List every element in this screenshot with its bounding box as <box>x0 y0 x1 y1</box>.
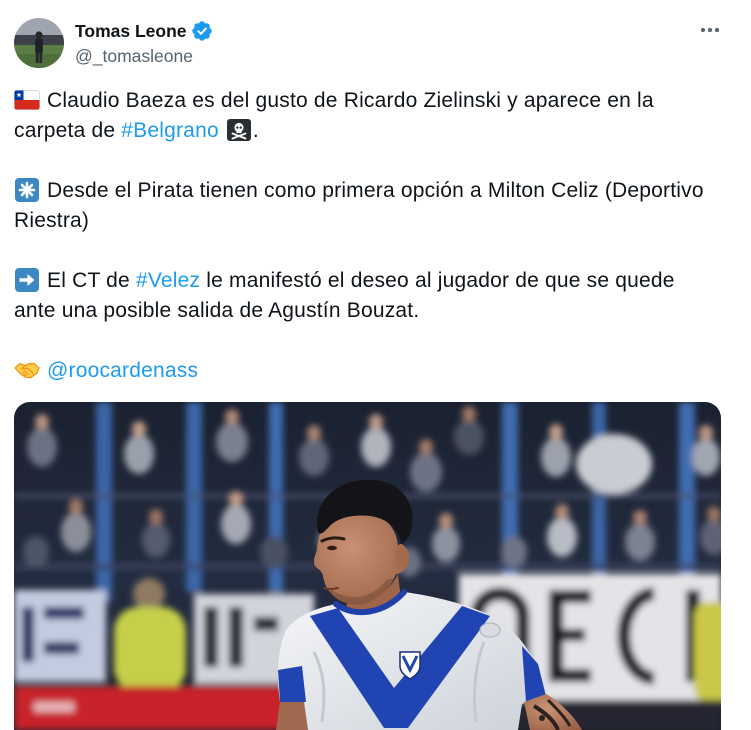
tweet-text-segment: Claudio Baeza es del gusto de Ricardo Zi… <box>47 89 654 112</box>
tweet-line: @roocardenass <box>14 356 729 386</box>
eight-spoked-asterisk-icon <box>15 178 39 202</box>
verified-badge-icon <box>191 21 212 41</box>
tweet-photo[interactable] <box>14 402 721 730</box>
more-options-icon <box>701 28 705 32</box>
more-options-icon <box>708 28 712 32</box>
tweet-text-segment: ante una posible salida de Agustín Bouza… <box>14 299 420 322</box>
right-arrow-icon <box>15 268 39 292</box>
tweet-line: carpeta de #Belgrano. <box>14 116 729 146</box>
handshake-icon <box>14 362 40 379</box>
tweet-paragraph: Claudio Baeza es del gusto de Ricardo Zi… <box>14 86 729 146</box>
hashtag-link-velez[interactable]: #Velez <box>136 269 200 292</box>
more-options-button[interactable] <box>697 24 723 36</box>
author-name[interactable]: Tomas Leone <box>75 19 187 43</box>
more-options-icon <box>715 28 719 32</box>
tweet-text-segment: carpeta de <box>14 119 122 142</box>
tweet-text-segment: El CT de <box>47 269 136 292</box>
tweet-line: ante una posible salida de Agustín Bouza… <box>14 296 729 326</box>
tweet-paragraph: El CT de #Velez le manifestó el deseo al… <box>14 266 729 326</box>
author-handle[interactable]: @_tomasleone <box>75 44 193 68</box>
tweet-line: Desde el Pirata tienen como primera opci… <box>14 176 729 206</box>
author-name-row: Tomas Leone <box>75 19 212 43</box>
tweet-text-segment: . <box>252 119 259 142</box>
mention-link-roocardenass[interactable]: @roocardenass <box>47 359 198 382</box>
hashtag-link-belgrano[interactable]: #Belgrano <box>121 119 219 142</box>
tweet-text: Claudio Baeza es del gusto de Ricardo Zi… <box>14 86 729 386</box>
tweet-paragraph: Desde el Pirata tienen como primera opci… <box>14 176 729 236</box>
tweet-line: Claudio Baeza es del gusto de Ricardo Zi… <box>14 86 729 116</box>
tweet-line: El CT de #Velez le manifestó el deseo al… <box>14 266 729 296</box>
tweet-line: Riestra) <box>14 206 729 236</box>
tweet-text-segment: Desde el Pirata tienen como primera opci… <box>47 179 704 202</box>
avatar[interactable] <box>14 18 64 68</box>
pirate-flag-icon <box>226 119 251 141</box>
chile-flag-icon <box>14 90 40 110</box>
tweet-paragraph: @roocardenass <box>14 356 729 386</box>
tweet-text-segment: Riestra) <box>14 209 90 232</box>
tweet-text-segment: le manifestó el deseo al jugador de que … <box>200 269 675 292</box>
